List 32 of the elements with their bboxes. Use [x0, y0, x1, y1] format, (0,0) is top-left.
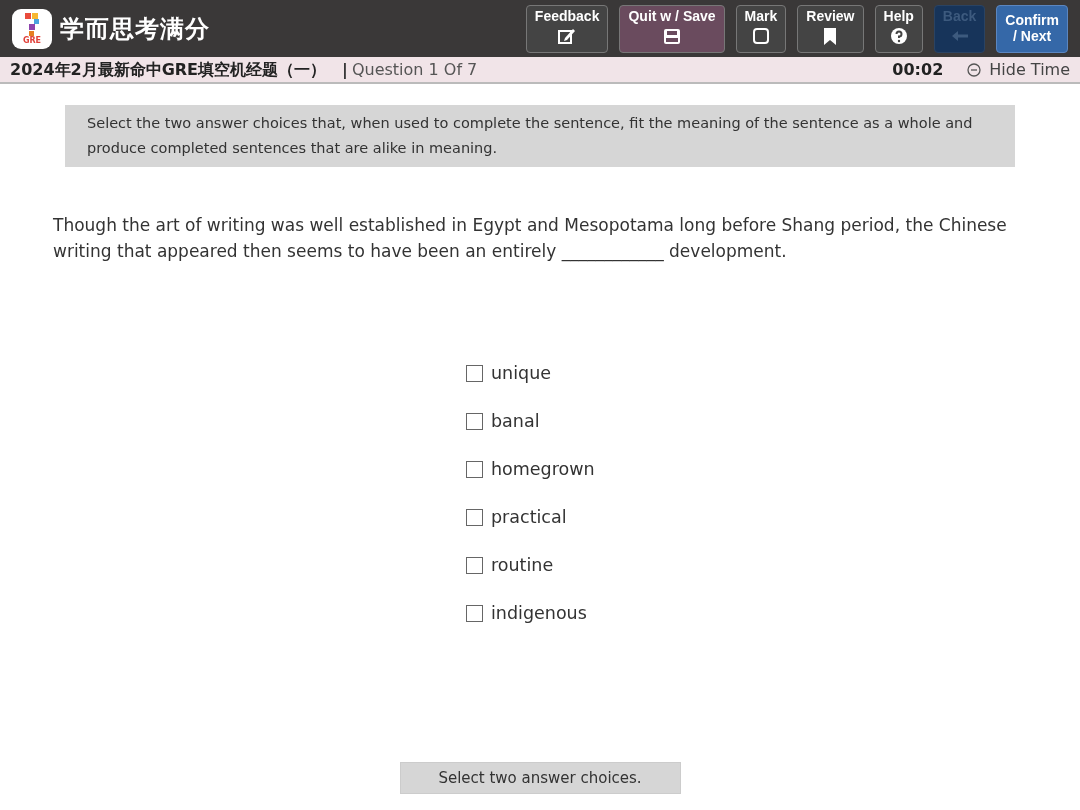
answer-choice[interactable]: indigenous [466, 589, 1080, 637]
checkbox[interactable] [466, 556, 483, 574]
hide-time-button[interactable]: Hide Time [967, 57, 1070, 82]
minus-circle-icon [967, 62, 982, 77]
answer-choice[interactable]: practical [466, 493, 1080, 541]
timer: 00:02 [892, 58, 944, 81]
app-title: 学而思考满分 [60, 13, 210, 45]
separator: | [342, 58, 348, 81]
checkbox[interactable] [466, 364, 483, 382]
save-icon [662, 26, 682, 46]
checkbox[interactable] [466, 412, 483, 430]
square-icon [750, 26, 771, 46]
instructions-text: Select the two answer choices that, when used to complete the sentence, fit the meaning of the sentence as a whole and produce completed sentences that are alike in meaning. [65, 105, 1015, 167]
toolbar-button[interactable]: Quit w / Save [619, 4, 725, 53]
hint-text: Select two answer choices. [399, 762, 681, 794]
toolbar-button[interactable]: Review [797, 4, 864, 53]
checkbox[interactable] [466, 508, 483, 526]
toolbar-button[interactable]: Feedback [525, 4, 609, 53]
checkbox[interactable] [466, 604, 483, 622]
toolbar-button[interactable]: Help [874, 4, 923, 53]
checkbox[interactable] [466, 460, 483, 478]
help-icon [888, 26, 909, 46]
answer-choice[interactable]: unique [466, 349, 1080, 397]
question-text: Though the art of writing was well established in Egypt and Mesopotama long before Shang period, the Chinese writing that appeared then seems to have been an entirely ____________ development. [53, 214, 1008, 264]
answer-choice[interactable]: homegrown [466, 445, 1080, 493]
answer-choice[interactable]: routine [466, 541, 1080, 589]
pencil-icon [557, 26, 578, 46]
toolbar-button[interactable]: Mark [735, 4, 787, 53]
logo-badge-text: GRE [22, 36, 42, 45]
section-title: 2024年2月最新命中GRE填空机经题（一） [10, 58, 327, 81]
toolbar-button[interactable]: Confirm / Next [996, 4, 1068, 53]
answer-choice[interactable]: banal [466, 397, 1080, 445]
